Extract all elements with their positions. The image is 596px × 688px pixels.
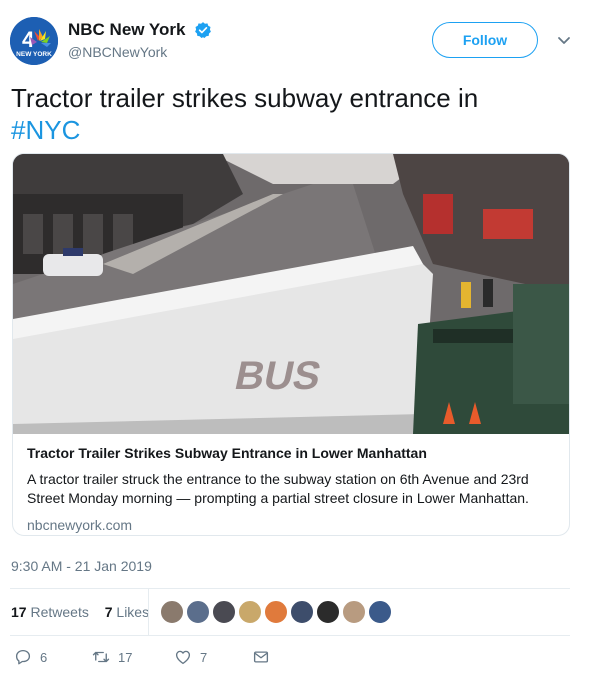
like-count: 7: [200, 649, 208, 665]
tweet-text: Tractor trailer strikes subway entrance …: [11, 82, 571, 146]
verified-badge-icon: [195, 22, 211, 39]
account-names: NBC New York @NBCNewYork: [68, 20, 212, 60]
chevron-down-icon[interactable]: [556, 32, 572, 48]
retweet-icon: [92, 651, 110, 663]
liker-avatar[interactable]: [316, 600, 340, 624]
liker-avatar[interactable]: [264, 600, 288, 624]
retweet-count: 17: [118, 649, 133, 665]
liker-avatar[interactable]: [368, 600, 392, 624]
liker-avatar[interactable]: [342, 600, 366, 624]
handle[interactable]: @NBCNewYork: [68, 44, 212, 60]
liker-avatar[interactable]: [290, 600, 314, 624]
card-domain: nbcnewyork.com: [27, 517, 133, 533]
likes-stat[interactable]: 7 Likes: [105, 604, 149, 620]
stats-separator: [148, 589, 149, 635]
reply-icon: [15, 649, 31, 665]
like-button[interactable]: 7: [174, 648, 207, 670]
nbc-peacock-logo-icon: 4 NEW YORK: [10, 17, 58, 65]
follow-button[interactable]: Follow: [432, 22, 538, 58]
card-body: Tractor Trailer Strikes Subway Entrance …: [27, 445, 557, 533]
reply-button[interactable]: 6: [14, 648, 47, 670]
divider: [10, 588, 570, 589]
avatar-text: NEW YORK: [16, 51, 52, 58]
direct-message-button[interactable]: [252, 648, 270, 670]
likes-label: Likes: [116, 604, 150, 620]
likes-count: 7: [104, 604, 113, 620]
liker-avatar[interactable]: [186, 600, 210, 624]
retweets-stat[interactable]: 17 Retweets: [11, 604, 89, 620]
retweets-count: 17: [11, 604, 27, 620]
link-card[interactable]: BUS Tractor Trailer Strikes Subway Entra…: [12, 153, 570, 536]
retweet-button[interactable]: 17: [92, 648, 132, 670]
card-title: Tractor Trailer Strikes Subway Entrance …: [27, 445, 427, 461]
divider: [10, 635, 570, 636]
street-scene-image: BUS: [13, 154, 569, 434]
envelope-icon: [253, 651, 269, 663]
reply-count: 6: [40, 649, 48, 665]
hashtag-link[interactable]: #NYC: [11, 115, 80, 145]
tweet-body: Tractor trailer strikes subway entrance …: [11, 83, 479, 113]
tweet-stats: 17 Retweets 7 Likes: [11, 604, 161, 624]
liker-avatar[interactable]: [160, 600, 184, 624]
retweets-label: Retweets: [30, 604, 89, 620]
card-description: A tractor trailer struck the entrance to…: [27, 471, 529, 506]
tweet-timestamp[interactable]: 9:30 AM - 21 Jan 2019: [11, 558, 152, 574]
liker-avatar[interactable]: [212, 600, 236, 624]
avatar[interactable]: 4 NEW YORK: [10, 17, 58, 65]
tweet-header: 4 NEW YORK NBC New York @NBCNewYork Foll…: [10, 12, 586, 72]
heart-icon: [175, 650, 191, 665]
liker-avatar[interactable]: [238, 600, 262, 624]
card-image: BUS: [13, 154, 569, 434]
tweet-actions: 6 17 7: [0, 648, 596, 672]
display-name[interactable]: NBC New York: [68, 20, 185, 40]
svg-text:BUS: BUS: [231, 352, 325, 397]
